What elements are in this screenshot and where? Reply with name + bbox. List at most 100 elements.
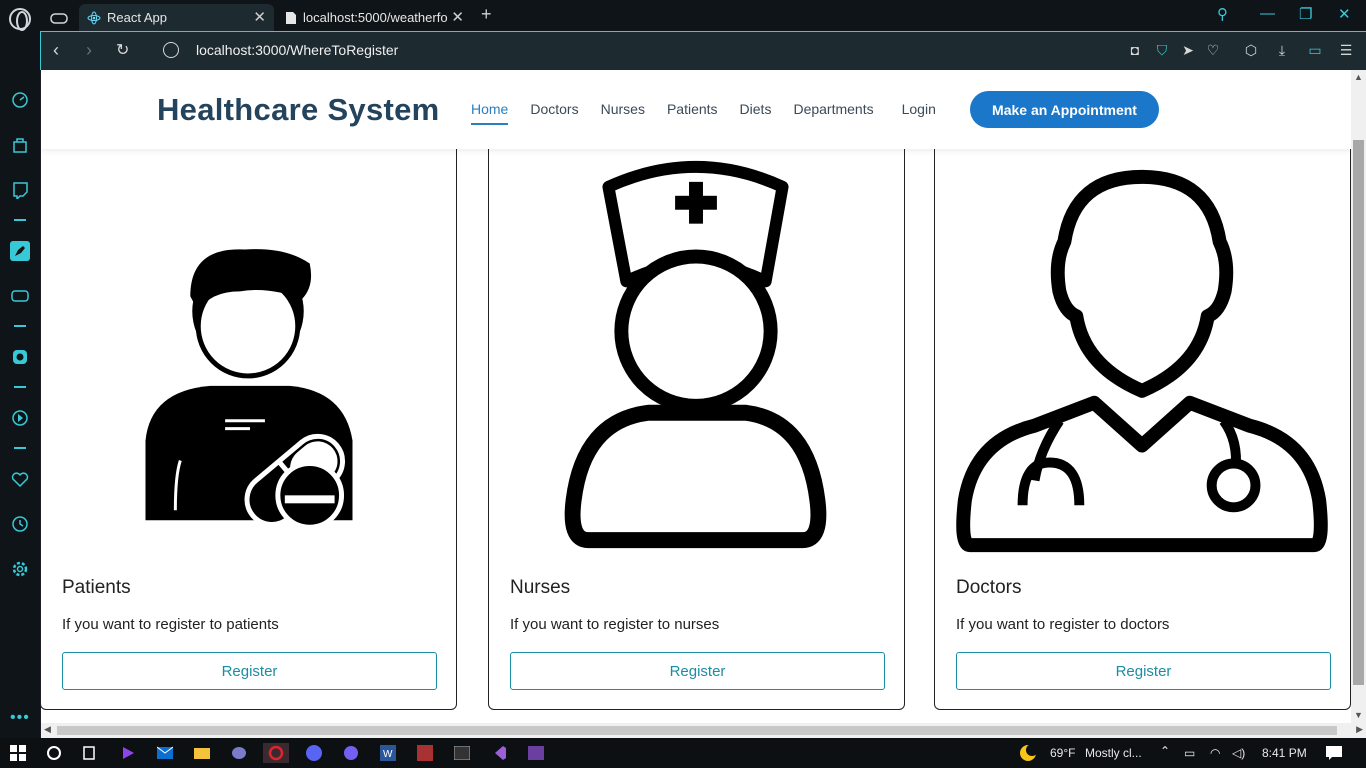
card-title: Nurses <box>510 577 571 598</box>
tab-title: React App <box>107 10 167 25</box>
terminal-icon[interactable] <box>452 743 472 763</box>
cube-icon[interactable]: ⬡ <box>1242 41 1260 59</box>
close-window-icon[interactable]: ✕ <box>1338 5 1351 23</box>
instagram-icon[interactable] <box>10 347 30 367</box>
restore-icon[interactable]: ❐ <box>1299 5 1312 23</box>
nav-link-doctors[interactable]: Doctors <box>530 101 578 125</box>
nav-link-departments[interactable]: Departments <box>793 101 873 125</box>
patients-card: Patients If you want to register to pati… <box>41 110 457 710</box>
register-nurses-button[interactable]: Register <box>510 652 885 690</box>
settings-gear-icon[interactable] <box>10 559 30 579</box>
browser-tab-bar: React App ✕ localhost:5000/weatherfore ✕… <box>0 0 1366 31</box>
task-view-icon[interactable] <box>80 743 100 763</box>
windows-start-icon[interactable] <box>8 743 28 763</box>
more-icon[interactable]: ••• <box>10 709 30 727</box>
media-player-icon[interactable] <box>118 743 138 763</box>
close-icon[interactable]: ✕ <box>253 8 266 26</box>
scroll-right-icon[interactable]: ▶ <box>1356 724 1363 735</box>
shopping-icon[interactable] <box>10 135 30 155</box>
nav-link-login[interactable]: Login <box>902 101 936 125</box>
battery-icon[interactable]: ▭ <box>1184 746 1195 760</box>
register-patients-button[interactable]: Register <box>62 652 437 690</box>
heart-icon[interactable]: ♡ <box>1204 41 1222 59</box>
sidebar-divider <box>14 447 26 449</box>
opera-taskbar-icon[interactable] <box>263 743 289 763</box>
forward-icon[interactable]: › <box>86 40 92 61</box>
scroll-down-icon[interactable]: ▼ <box>1354 710 1363 720</box>
player-icon[interactable] <box>10 408 30 428</box>
battery-saver-icon[interactable]: ▭ <box>1306 41 1324 59</box>
archive-icon[interactable] <box>415 743 435 763</box>
discord-icon[interactable] <box>304 743 324 763</box>
tab-workspace[interactable] <box>42 4 78 31</box>
sidebar-divider <box>14 219 26 221</box>
globe-icon <box>163 42 179 58</box>
camera-icon[interactable]: ◘ <box>1126 41 1144 59</box>
twitch-icon[interactable] <box>10 180 30 200</box>
address-bar: ‹ › ↻ localhost:3000/WhereToRegister ◘ ⛉… <box>40 31 1366 70</box>
volume-icon[interactable]: ◁) <box>1232 746 1245 760</box>
speed-dial-icon[interactable] <box>10 90 30 110</box>
nav-link-nurses[interactable]: Nurses <box>601 101 645 125</box>
chevron-up-icon[interactable]: ⌃ <box>1160 744 1170 758</box>
new-tab-button[interactable]: + <box>481 4 492 25</box>
wifi-icon[interactable]: ◠ <box>1210 746 1220 760</box>
nav-link-patients[interactable]: Patients <box>667 101 718 125</box>
console-icon[interactable] <box>526 743 546 763</box>
scroll-up-icon[interactable]: ▲ <box>1354 72 1363 82</box>
horizontal-scrollbar[interactable]: ◀ ▶ <box>41 723 1366 738</box>
card-text: If you want to register to patients <box>62 616 279 633</box>
history-icon[interactable] <box>10 514 30 534</box>
gamepad-icon <box>50 12 68 24</box>
close-icon[interactable]: ✕ <box>451 8 464 26</box>
nav-links: Home Doctors Nurses Patients Diets Depar… <box>471 101 958 125</box>
card-title: Patients <box>62 577 131 598</box>
svg-text:W: W <box>383 749 393 760</box>
site-brand[interactable]: Healthcare System <box>157 92 440 128</box>
send-icon[interactable]: ➤ <box>1179 41 1197 59</box>
nav-link-diets[interactable]: Diets <box>740 101 772 125</box>
weather-description[interactable]: Mostly cl... <box>1085 746 1142 760</box>
tab-weather[interactable]: localhost:5000/weatherfore ✕ <box>277 4 472 31</box>
minimize-icon[interactable]: — <box>1260 5 1275 22</box>
mail-icon[interactable] <box>155 743 175 763</box>
register-doctors-button[interactable]: Register <box>956 652 1331 690</box>
browser-sidebar: ••• <box>0 0 40 738</box>
shield-icon[interactable]: ⛉ <box>1153 41 1171 59</box>
viber-icon[interactable] <box>341 743 361 763</box>
download-icon[interactable]: ⤓ <box>1273 41 1291 59</box>
scroll-left-icon[interactable]: ◀ <box>44 724 51 735</box>
visual-studio-icon[interactable] <box>489 743 509 763</box>
card-title: Doctors <box>956 577 1022 598</box>
sidebar-divider <box>14 325 26 327</box>
word-icon[interactable]: W <box>378 743 398 763</box>
url-field[interactable]: localhost:3000/WhereToRegister <box>196 42 398 58</box>
notifications-icon[interactable] <box>1324 743 1344 763</box>
gamepad-icon[interactable] <box>10 286 30 306</box>
weather-moon-icon[interactable] <box>1018 743 1038 763</box>
card-text: If you want to register to doctors <box>956 616 1170 633</box>
nurse-icon <box>564 160 827 549</box>
back-icon[interactable]: ‹ <box>53 40 59 61</box>
page-viewport: Healthcare System Home Doctors Nurses Pa… <box>41 70 1351 723</box>
scroll-thumb[interactable] <box>1353 140 1364 685</box>
clock-time[interactable]: 8:41 PM <box>1262 746 1307 760</box>
opera-logo-icon[interactable] <box>9 8 31 31</box>
nav-link-home[interactable]: Home <box>471 101 509 125</box>
make-appointment-button[interactable]: Make an Appointment <box>970 91 1159 128</box>
heart-icon[interactable] <box>10 469 30 489</box>
scroll-thumb[interactable] <box>57 726 1337 735</box>
search-icon[interactable]: ⚲ <box>1217 5 1228 23</box>
card-text: If you want to register to nurses <box>510 616 720 633</box>
tab-react-app[interactable]: React App ✕ <box>79 4 274 31</box>
search-icon[interactable] <box>44 743 64 763</box>
weather-temperature[interactable]: 69°F <box>1050 746 1075 760</box>
app-icon[interactable] <box>229 743 249 763</box>
rocket-icon[interactable] <box>10 241 30 261</box>
vertical-scrollbar[interactable]: ▲ ▼ <box>1351 70 1366 723</box>
file-explorer-icon[interactable] <box>192 743 212 763</box>
nurses-card: Nurses If you want to register to nurses… <box>488 110 905 710</box>
easy-setup-icon[interactable]: ☰ <box>1337 41 1355 59</box>
doctor-icon <box>956 169 1328 553</box>
reload-icon[interactable]: ↻ <box>116 40 129 60</box>
